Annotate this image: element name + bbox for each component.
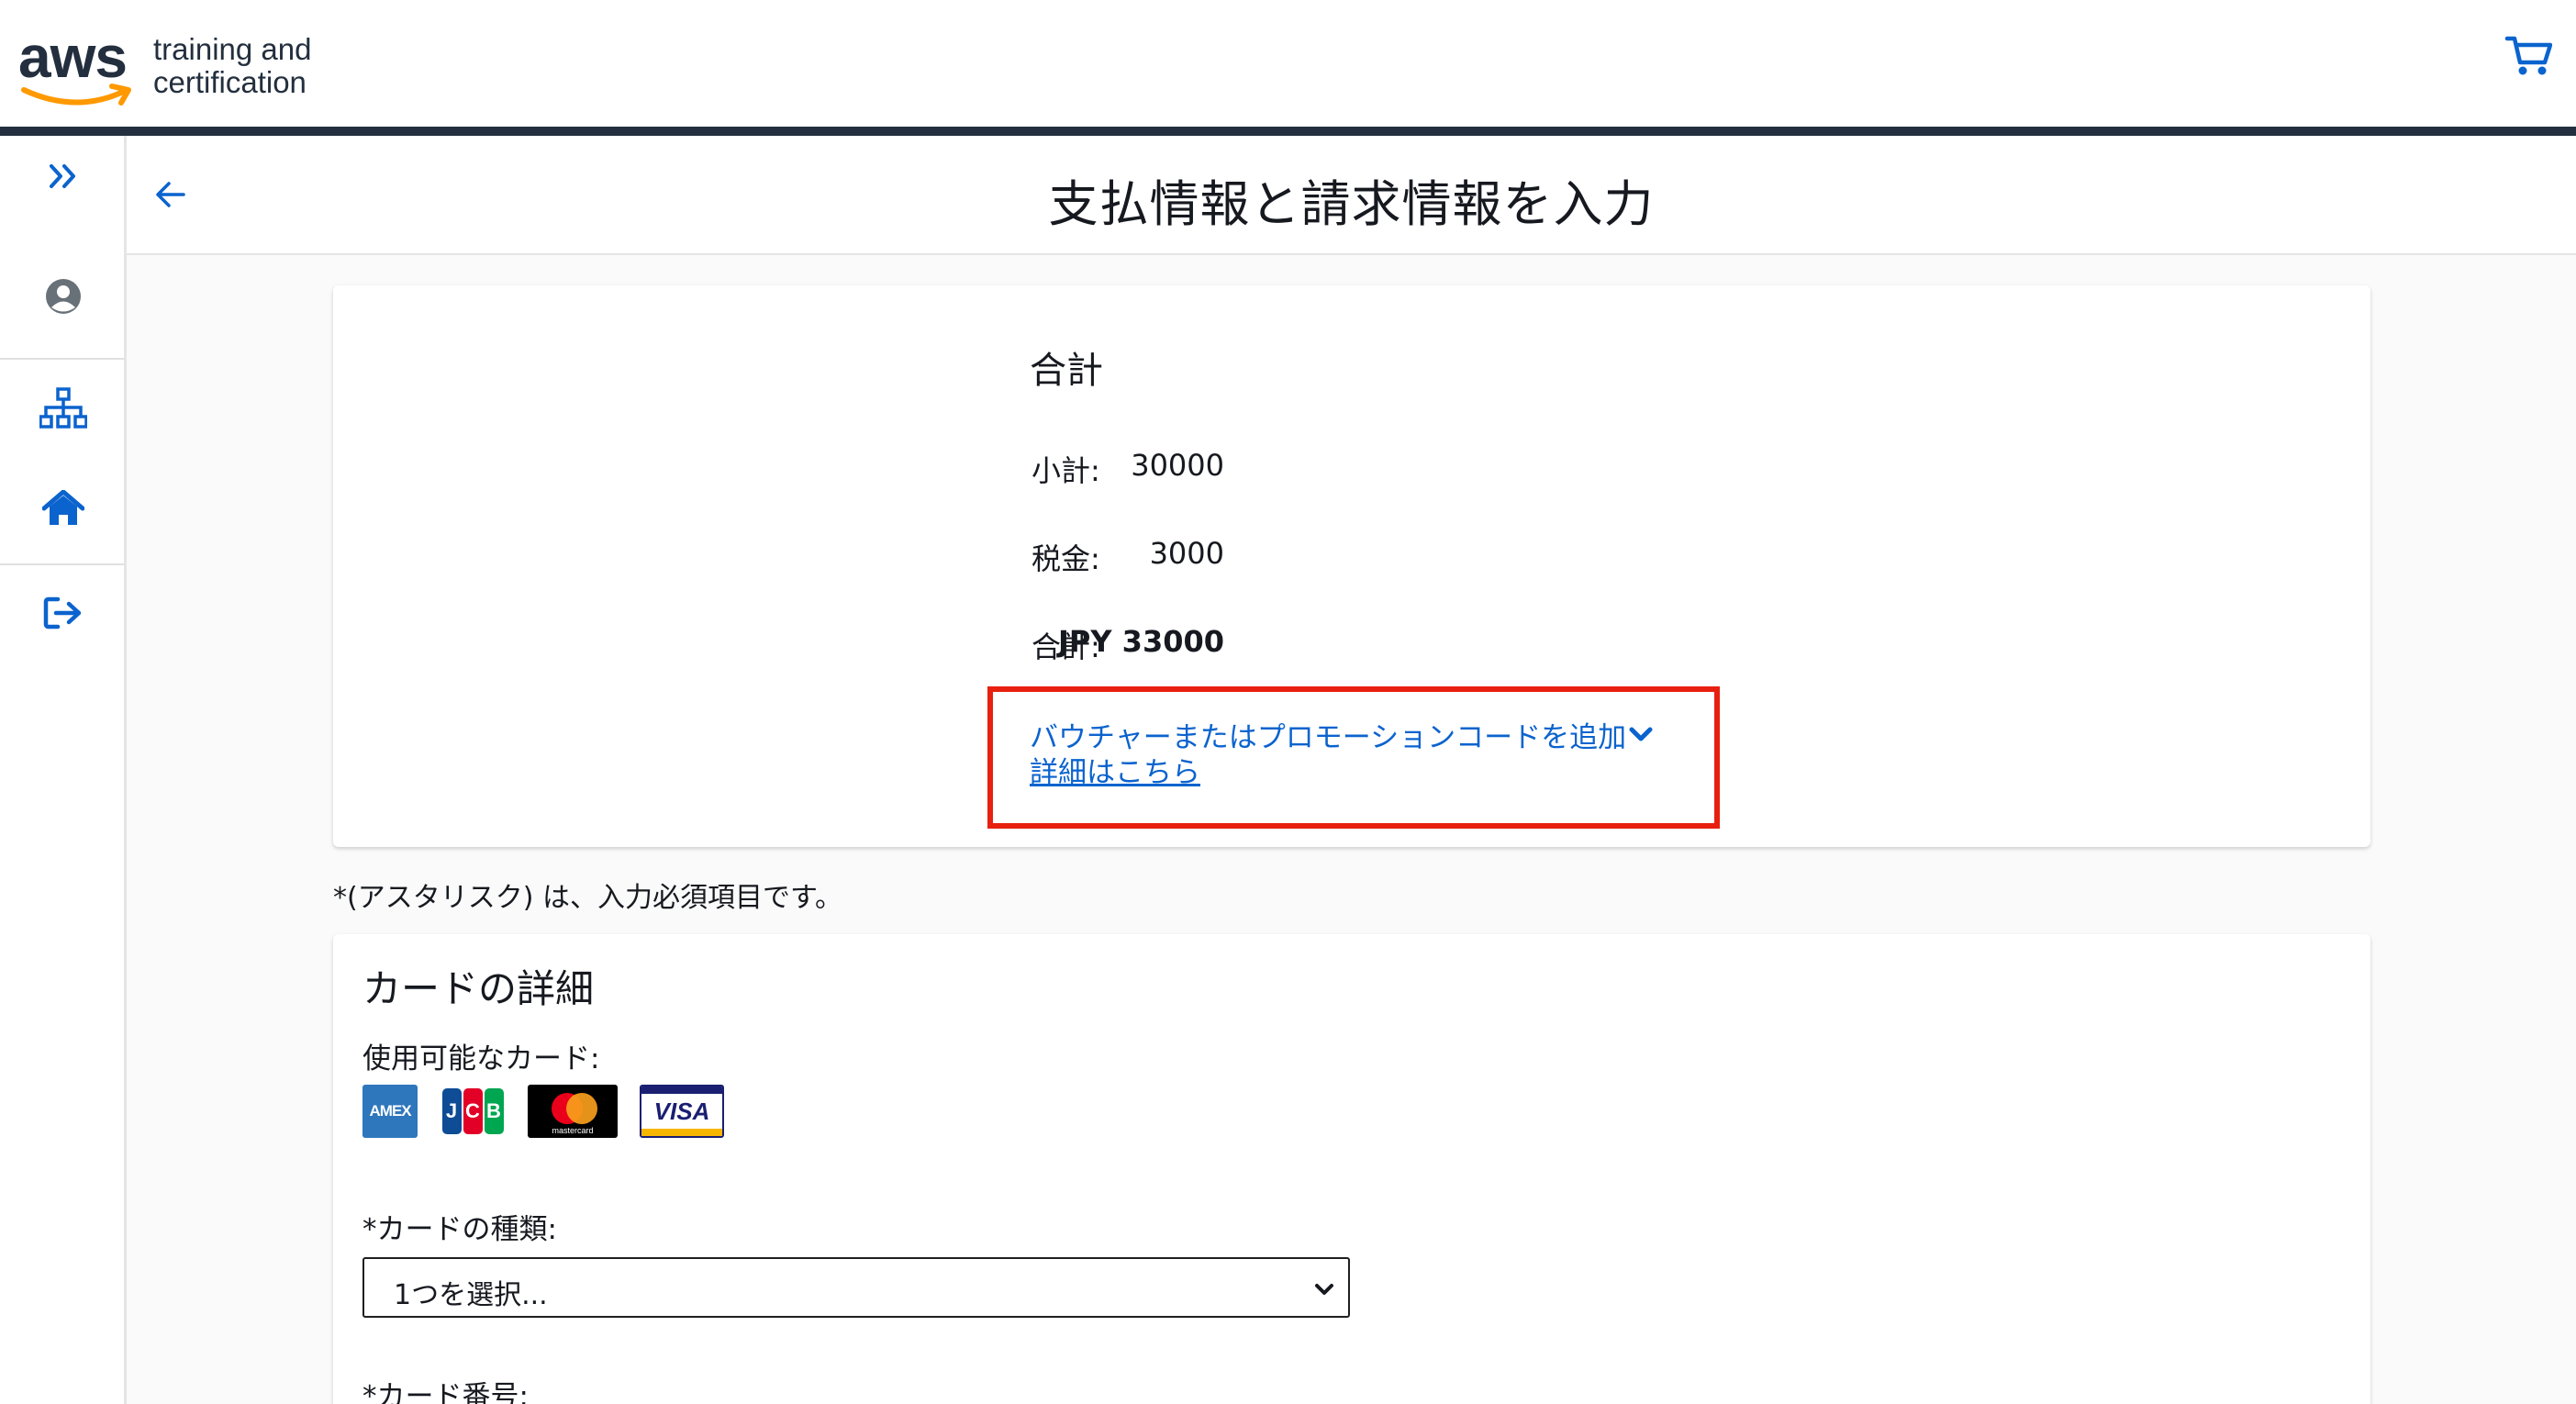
aws-logo-text: aws [18, 24, 128, 90]
subtotal-row: 小計: 30000 [1032, 448, 1307, 488]
card-type-selected-value: 1つを選択... [394, 1279, 548, 1311]
total-value: JPY 33000 [1058, 624, 1224, 659]
amex-logo-text: AMEX [369, 1102, 411, 1120]
sidebar-divider [0, 563, 124, 565]
card-brand-logos: AMEX JCB mastercard VISA [362, 1085, 724, 1138]
left-sidebar [0, 136, 127, 1404]
card-type-select[interactable]: 1つを選択... [362, 1257, 1350, 1318]
tax-label: 税金: [1032, 541, 1100, 576]
subtotal-value: 30000 [1131, 448, 1224, 483]
page-title-bar: 支払情報と請求情報を入力 [127, 136, 2576, 255]
order-summary-card: 合計 小計: 30000 税金: 3000 合計: JPY 33000 バウチャ… [333, 285, 2370, 847]
top-header: aws training and certification [0, 0, 2576, 127]
aws-smile-icon [21, 84, 131, 106]
jcb-logo: JCB [440, 1085, 506, 1138]
chevron-down-icon [1315, 1284, 1333, 1295]
logo-subtitle-line2: certification [153, 65, 307, 99]
user-circle-icon[interactable] [0, 273, 127, 319]
summary-heading: 合計 [1030, 350, 1103, 392]
required-fields-note: *(アスタリスク) は、入力必須項目です。 [333, 882, 842, 914]
shopping-cart-icon[interactable] [2504, 35, 2553, 77]
card-number-label: *カード番号: [362, 1380, 529, 1404]
card-type-label: *カードの種類: [362, 1213, 557, 1246]
aws-logo-mark: aws [18, 26, 133, 110]
mastercard-logo-text: mastercard [552, 1126, 594, 1135]
mastercard-logo: mastercard [528, 1085, 618, 1138]
sign-out-icon[interactable] [0, 589, 127, 637]
card-details-heading: カードの詳細 [362, 966, 595, 1011]
expand-chevrons-icon[interactable] [0, 154, 127, 198]
visa-logo-text: VISA [653, 1098, 710, 1125]
visa-logo: VISA [640, 1085, 724, 1138]
logo-subtitle: training and certification [153, 33, 311, 99]
tax-row: 税金: 3000 [1032, 536, 1307, 576]
amex-logo: AMEX [362, 1085, 418, 1138]
subtotal-label: 小計: [1032, 453, 1100, 488]
sidebar-divider [0, 358, 124, 360]
card-details-card: カードの詳細 使用可能なカード: AMEX JCB mastercard VIS… [333, 934, 2370, 1404]
page-title: 支払情報と請求情報を入力 [1048, 175, 1655, 233]
aws-training-logo[interactable]: aws training and certification [18, 26, 311, 110]
home-icon[interactable] [0, 485, 127, 532]
learn-more-link[interactable]: 詳細はこちら [1030, 749, 1200, 790]
available-cards-label: 使用可能なカード: [362, 1042, 600, 1075]
logo-subtitle-line1: training and [153, 32, 312, 66]
tax-value: 3000 [1149, 536, 1224, 571]
header-divider-bar [0, 127, 2576, 136]
total-row: 合計: JPY 33000 [1032, 624, 1307, 664]
chevron-down-icon [1629, 727, 1653, 741]
sitemap-icon[interactable] [0, 385, 127, 431]
